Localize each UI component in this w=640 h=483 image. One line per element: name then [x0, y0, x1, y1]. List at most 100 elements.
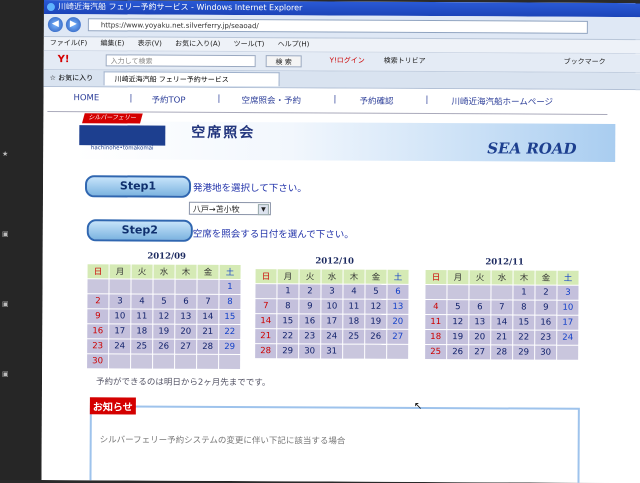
calendar-day[interactable]: 5	[153, 294, 175, 309]
calendar-day[interactable]: 29	[277, 344, 299, 359]
calendar-day[interactable]: 14	[197, 309, 219, 324]
calendar-day[interactable]: 14	[255, 314, 277, 329]
calendar-day[interactable]: 13	[387, 299, 409, 314]
calendar-day[interactable]: 12	[365, 299, 387, 314]
calendar-day[interactable]: 4	[425, 300, 447, 315]
toolbar-search-button[interactable]: 検 索	[265, 55, 302, 68]
calendar-day[interactable]: 17	[109, 324, 131, 339]
calendar-day[interactable]: 15	[513, 315, 535, 330]
route-select[interactable]: 八戸→苫小牧 ▼	[188, 201, 271, 216]
calendar-day[interactable]: 6	[387, 284, 409, 299]
calendar-day[interactable]: 6	[175, 294, 197, 309]
calendar-day[interactable]: 16	[535, 315, 557, 330]
calendar-day[interactable]: 18	[425, 330, 447, 345]
tab-ferry[interactable]: 川崎近海汽船 フェリー予約サービス	[103, 71, 280, 87]
calendar-day[interactable]: 20	[175, 324, 197, 339]
calendar-day[interactable]: 24	[557, 330, 579, 345]
address-input[interactable]: https://www.yoyaku.net.silverferry.jp/se…	[87, 18, 588, 34]
menu-favorites[interactable]: お気に入り(A)	[175, 40, 220, 48]
search-trivia-button[interactable]: 検索トリビア	[384, 56, 426, 66]
calendar-day[interactable]: 21	[491, 330, 513, 345]
calendar-day[interactable]: 2	[535, 285, 557, 300]
calendar-day[interactable]: 18	[343, 314, 365, 329]
back-icon[interactable]: ◀	[47, 17, 63, 33]
calendar-day[interactable]: 27	[175, 339, 197, 354]
bookmark-button[interactable]: ブックマーク	[564, 57, 606, 67]
calendar-day[interactable]: 10	[321, 299, 343, 314]
calendar-day[interactable]: 19	[153, 324, 175, 339]
nav-company-home[interactable]: 川崎近海汽船ホームページ	[451, 95, 553, 108]
calendar-day[interactable]: 27	[387, 329, 409, 344]
calendar-day[interactable]: 6	[469, 300, 491, 315]
calendar-day[interactable]: 22	[219, 324, 241, 340]
calendar-day[interactable]: 22	[277, 329, 299, 344]
calendar-day[interactable]: 9	[535, 300, 557, 315]
nav-home[interactable]: HOME	[73, 93, 99, 103]
calendar-day[interactable]: 13	[175, 309, 197, 324]
calendar-day[interactable]: 30	[535, 345, 557, 360]
login-button[interactable]: Y!ログイン	[330, 55, 365, 65]
calendar-day[interactable]: 29	[219, 339, 241, 355]
calendar-day[interactable]: 7	[197, 294, 219, 309]
calendar-day[interactable]: 16	[87, 324, 109, 339]
calendar-day[interactable]: 29	[513, 345, 535, 360]
calendar-day[interactable]: 3	[557, 285, 579, 300]
calendar-day[interactable]: 30	[299, 344, 321, 359]
desktop-icon[interactable]: ▣	[2, 370, 9, 378]
nav-reserve-top[interactable]: 予約TOP	[151, 94, 185, 106]
calendar-day[interactable]: 15	[219, 309, 241, 325]
calendar-day[interactable]: 4	[343, 284, 365, 299]
calendar-day[interactable]: 23	[535, 330, 557, 345]
calendar-day[interactable]: 7	[255, 299, 277, 314]
desktop-icon[interactable]: ▣	[2, 300, 9, 308]
calendar-day[interactable]: 4	[131, 294, 153, 309]
calendar-day[interactable]: 19	[447, 330, 469, 345]
menu-file[interactable]: ファイル(F)	[50, 39, 88, 47]
calendar-day[interactable]: 25	[425, 345, 447, 360]
toolbar-search-input[interactable]: 入力して検索	[105, 54, 256, 68]
calendar-day[interactable]: 21	[255, 329, 277, 344]
calendar-day[interactable]: 17	[557, 315, 579, 330]
calendar-day[interactable]: 10	[557, 300, 579, 315]
favorites-button[interactable]: ☆ お気に入り	[50, 73, 94, 83]
calendar-day[interactable]: 2	[87, 294, 109, 309]
calendar-day[interactable]: 26	[365, 329, 387, 344]
chevron-down-icon[interactable]: ▼	[257, 204, 269, 216]
calendar-day[interactable]: 22	[513, 330, 535, 345]
yahoo-icon[interactable]: Y!	[58, 54, 70, 65]
calendar-day[interactable]: 26	[447, 345, 469, 360]
desktop-icon[interactable]: ★	[2, 150, 8, 158]
calendar-day[interactable]: 31	[321, 344, 343, 359]
forward-icon[interactable]: ▶	[65, 17, 81, 33]
calendar-day[interactable]: 18	[131, 324, 153, 339]
calendar-day[interactable]: 8	[277, 299, 299, 314]
calendar-day[interactable]: 8	[219, 294, 241, 310]
calendar-day[interactable]: 2	[299, 284, 321, 299]
calendar-day[interactable]: 25	[343, 329, 365, 344]
calendar-day[interactable]: 26	[153, 339, 175, 354]
nav-confirm[interactable]: 予約確認	[359, 95, 393, 107]
calendar-day[interactable]: 17	[321, 314, 343, 329]
calendar-day[interactable]: 16	[299, 314, 321, 329]
calendar-day[interactable]: 9	[87, 309, 109, 324]
calendar-day[interactable]: 28	[491, 345, 513, 360]
calendar-day[interactable]: 12	[447, 315, 469, 330]
calendar-day[interactable]: 12	[153, 309, 175, 324]
calendar-day[interactable]: 8	[513, 300, 535, 315]
calendar-day[interactable]: 1	[219, 279, 241, 295]
calendar-day[interactable]: 3	[109, 294, 131, 309]
calendar-day[interactable]: 1	[513, 285, 535, 300]
calendar-day[interactable]: 24	[109, 339, 131, 354]
calendar-day[interactable]: 24	[321, 329, 343, 344]
calendar-day[interactable]: 14	[491, 315, 513, 330]
calendar-day[interactable]: 23	[87, 339, 109, 354]
calendar-day[interactable]: 25	[131, 339, 153, 354]
calendar-day[interactable]: 27	[469, 345, 491, 360]
calendar-day[interactable]: 20	[387, 314, 409, 329]
calendar-day[interactable]: 7	[491, 300, 513, 315]
calendar-day[interactable]: 3	[321, 284, 343, 299]
calendar-day[interactable]: 21	[197, 324, 219, 339]
calendar-day[interactable]: 23	[299, 329, 321, 344]
menu-tools[interactable]: ツール(T)	[234, 40, 265, 48]
calendar-day[interactable]: 5	[447, 300, 469, 315]
